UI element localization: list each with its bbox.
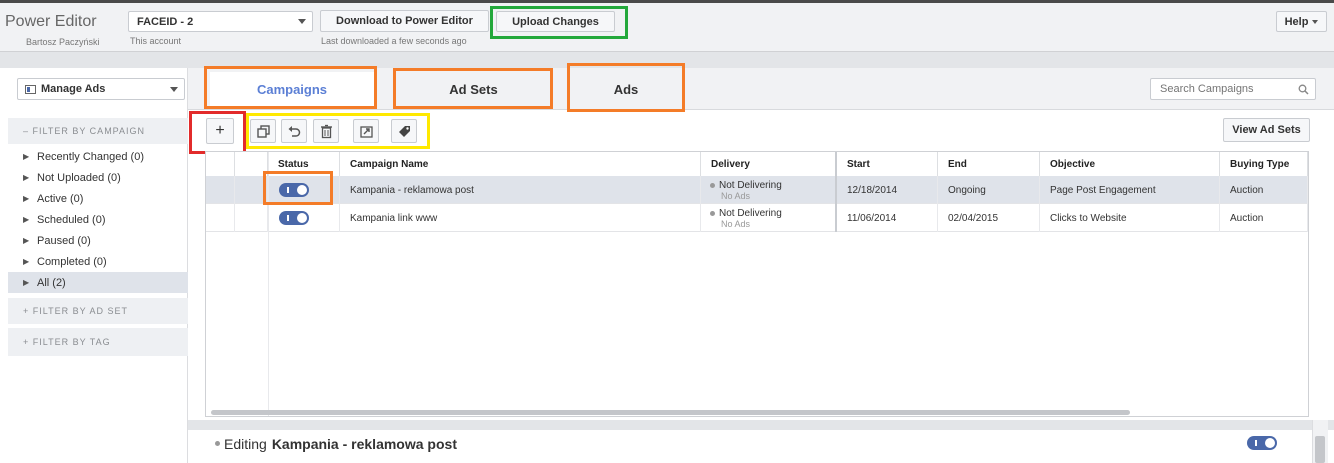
- highlight-add: [189, 111, 246, 154]
- vertical-scrollbar[interactable]: [1312, 420, 1328, 463]
- filter-by-tag[interactable]: + FILTER BY TAG: [8, 328, 188, 356]
- objective-header[interactable]: Objective: [1040, 152, 1220, 176]
- extra-header[interactable]: T: [1308, 152, 1309, 176]
- search-icon: [1298, 84, 1309, 95]
- search-box[interactable]: [1150, 78, 1316, 100]
- sidebar-item-active[interactable]: ▶ Active (0): [8, 188, 188, 209]
- sidebar-item-label: All (2): [37, 276, 66, 289]
- row-select[interactable]: [206, 204, 235, 232]
- editing-status-toggle[interactable]: [1247, 436, 1277, 450]
- sidebar-item-label: Completed (0): [37, 255, 107, 268]
- delivery-status: Not Delivering: [719, 207, 782, 219]
- filter-by-ad-set[interactable]: + FILTER BY AD SET: [8, 298, 188, 324]
- triangle-right-icon: ▶: [23, 173, 30, 182]
- editing-campaign-name: Kampania - reklamowa post: [271, 436, 457, 452]
- highlight-toolbar: [246, 113, 430, 149]
- manage-ads-select[interactable]: Manage Ads: [17, 78, 185, 100]
- sidebar-item-paused[interactable]: ▶ Paused (0): [8, 230, 188, 251]
- delivery-cell: Not Delivering No Ads: [701, 176, 837, 204]
- highlight-ad-sets: [393, 68, 553, 109]
- highlight-upload: [490, 6, 628, 39]
- buying-type: Auction: [1220, 176, 1308, 204]
- delivery-sub: No Ads: [721, 218, 751, 229]
- status-dot-icon: [710, 182, 715, 188]
- account-caption: This account: [130, 36, 182, 46]
- start-date: 12/18/2014: [837, 176, 938, 204]
- sidebar-item-label: Scheduled (0): [37, 213, 106, 226]
- select-column-header[interactable]: [206, 152, 235, 176]
- sidebar-item-all[interactable]: ▶ All (2): [8, 272, 188, 293]
- highlight-campaigns: [204, 66, 377, 109]
- chevron-down-icon: [170, 87, 178, 92]
- chevron-down-icon: [1312, 19, 1319, 24]
- end-date: Ongoing: [938, 176, 1040, 204]
- sidebar-item-label: Recently Changed (0): [37, 150, 145, 163]
- editing-title: Editing Kampania - reklamowa post: [224, 436, 457, 452]
- download-button[interactable]: Download to Power Editor: [320, 10, 489, 32]
- table-row[interactable]: Kampania link www Not Delivering No Ads …: [206, 204, 1308, 232]
- horizontal-scrollbar[interactable]: [211, 410, 1130, 415]
- user-name: Bartosz Paczyński: [26, 37, 100, 47]
- help-button[interactable]: Help: [1276, 11, 1327, 32]
- download-caption: Last downloaded a few seconds ago: [321, 36, 467, 46]
- status-dot-icon: [215, 441, 220, 446]
- status-cell: [268, 204, 340, 232]
- sidebar-item-label: Paused (0): [37, 234, 91, 247]
- scrollbar-thumb[interactable]: [1315, 436, 1325, 463]
- triangle-right-icon: ▶: [23, 215, 30, 224]
- view-ad-sets-button[interactable]: View Ad Sets: [1223, 118, 1310, 142]
- delivery-sub: No Ads: [721, 190, 751, 201]
- sidebar-item-label: Active (0): [37, 192, 84, 205]
- row-flag: [235, 204, 268, 232]
- panel-divider: [188, 420, 1334, 430]
- delivery-status: Not Delivering: [719, 179, 782, 191]
- sidebar-item-completed[interactable]: ▶ Completed (0): [8, 251, 188, 272]
- start-date: 11/06/2014: [837, 204, 938, 232]
- status-dot-icon: [710, 210, 715, 216]
- sidebar-item-scheduled[interactable]: ▶ Scheduled (0): [8, 209, 188, 230]
- triangle-right-icon: ▶: [23, 257, 30, 266]
- ads-manager-icon: [25, 84, 36, 94]
- buying-type-header[interactable]: Buying Type: [1220, 152, 1308, 176]
- end-date: 02/04/2015: [938, 204, 1040, 232]
- sidebar-item-recently-changed[interactable]: ▶ Recently Changed (0): [8, 146, 188, 167]
- sidebar-item-not-uploaded[interactable]: ▶ Not Uploaded (0): [8, 167, 188, 188]
- account-select-value: FACEID - 2: [137, 15, 194, 28]
- highlight-ads: [567, 63, 685, 112]
- delivery-header[interactable]: Delivery: [701, 152, 837, 176]
- objective: Page Post Engagement: [1040, 176, 1220, 204]
- status-toggle[interactable]: [279, 211, 309, 225]
- sidebar-item-label: Not Uploaded (0): [37, 171, 121, 184]
- delivery-cell: Not Delivering No Ads: [701, 204, 837, 232]
- manage-ads-label: Manage Ads: [41, 83, 106, 95]
- campaign-name-header[interactable]: Campaign Name: [340, 152, 701, 176]
- triangle-right-icon: ▶: [23, 152, 30, 161]
- objective: Clicks to Website: [1040, 204, 1220, 232]
- table-row[interactable]: Kampania - reklamowa post Not Delivering…: [206, 176, 1308, 204]
- triangle-right-icon: ▶: [23, 236, 30, 245]
- triangle-right-icon: ▶: [23, 194, 30, 203]
- highlight-status-toggle: [263, 171, 333, 205]
- editing-prefix: Editing: [224, 436, 267, 452]
- triangle-right-icon: ▶: [23, 278, 30, 287]
- end-header[interactable]: End: [938, 152, 1040, 176]
- start-header[interactable]: Start: [837, 152, 938, 176]
- campaign-table: Status Campaign Name Delivery Start End …: [205, 151, 1309, 417]
- campaign-name[interactable]: Kampania link www: [340, 204, 701, 232]
- chevron-down-icon: [298, 19, 306, 24]
- buying-type: Auction: [1220, 204, 1308, 232]
- filter-by-campaign[interactable]: – FILTER BY CAMPAIGN: [8, 118, 188, 144]
- account-select[interactable]: FACEID - 2: [128, 11, 313, 32]
- row-select[interactable]: [206, 176, 235, 204]
- campaign-name[interactable]: Kampania - reklamowa post: [340, 176, 701, 204]
- search-input[interactable]: [1151, 79, 1291, 99]
- help-label: Help: [1284, 15, 1309, 28]
- app-title: Power Editor: [5, 13, 97, 30]
